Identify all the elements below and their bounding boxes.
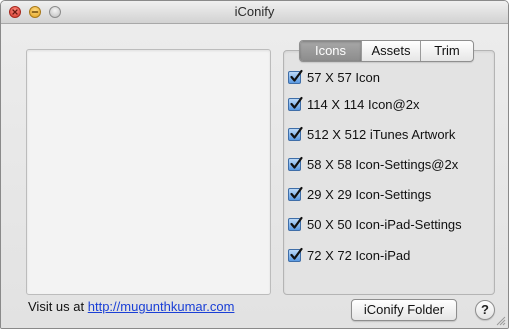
tab-trim[interactable]: Trim bbox=[420, 41, 473, 61]
option-57-icon[interactable]: 57 X 57 Icon bbox=[288, 68, 380, 86]
help-button[interactable]: ? bbox=[475, 300, 495, 320]
app-window: iConify Icons Assets Trim 57 X 57 Icon 1… bbox=[0, 0, 509, 329]
tab-bar: Icons Assets Trim bbox=[299, 40, 474, 62]
option-label: 114 X 114 Icon@2x bbox=[307, 96, 420, 112]
checkbox[interactable] bbox=[288, 126, 303, 141]
option-58-icon-settings-2x[interactable]: 58 X 58 Icon-Settings@2x bbox=[288, 155, 458, 173]
website-link[interactable]: http://mugunthkumar.com bbox=[88, 299, 235, 314]
visit-label: Visit us at bbox=[28, 299, 85, 314]
checkmark-icon bbox=[290, 216, 303, 229]
option-29-icon-settings[interactable]: 29 X 29 Icon-Settings bbox=[288, 185, 431, 203]
image-drop-well[interactable] bbox=[26, 49, 271, 295]
option-label: 512 X 512 iTunes Artwork bbox=[307, 126, 456, 142]
visit-us-text: Visit us at http://mugunthkumar.com bbox=[28, 299, 234, 314]
checkbox[interactable] bbox=[288, 247, 303, 262]
option-label: 57 X 57 Icon bbox=[307, 69, 380, 85]
option-label: 50 X 50 Icon-iPad-Settings bbox=[307, 216, 462, 232]
window-title: iConify bbox=[234, 4, 275, 19]
option-label: 58 X 58 Icon-Settings@2x bbox=[307, 156, 459, 172]
checkmark-icon bbox=[290, 156, 303, 169]
checkbox[interactable] bbox=[288, 96, 303, 111]
option-114-icon-2x[interactable]: 114 X 114 Icon@2x bbox=[288, 95, 419, 113]
option-72-icon-ipad[interactable]: 72 X 72 Icon-iPad bbox=[288, 246, 410, 264]
checkbox[interactable] bbox=[288, 69, 303, 84]
option-512-itunes-artwork[interactable]: 512 X 512 iTunes Artwork bbox=[288, 125, 455, 143]
option-label: 29 X 29 Icon-Settings bbox=[307, 186, 432, 202]
checkbox[interactable] bbox=[288, 216, 303, 231]
tab-assets[interactable]: Assets bbox=[361, 41, 420, 61]
checkbox[interactable] bbox=[288, 186, 303, 201]
checkmark-icon bbox=[290, 69, 303, 82]
checkmark-icon bbox=[290, 96, 303, 109]
iconify-folder-button[interactable]: iConify Folder bbox=[351, 299, 457, 321]
window-content: Icons Assets Trim 57 X 57 Icon 114 X 114… bbox=[1, 24, 508, 328]
option-50-icon-ipad-settings[interactable]: 50 X 50 Icon-iPad-Settings bbox=[288, 215, 462, 233]
resize-grip-icon[interactable] bbox=[495, 315, 506, 326]
checkmark-icon bbox=[290, 247, 303, 260]
checkbox[interactable] bbox=[288, 156, 303, 171]
tab-icons[interactable]: Icons bbox=[300, 41, 361, 61]
option-label: 72 X 72 Icon-iPad bbox=[307, 247, 411, 263]
title-bar[interactable]: iConify bbox=[1, 1, 508, 24]
checkmark-icon bbox=[290, 126, 303, 139]
checkmark-icon bbox=[290, 186, 303, 199]
